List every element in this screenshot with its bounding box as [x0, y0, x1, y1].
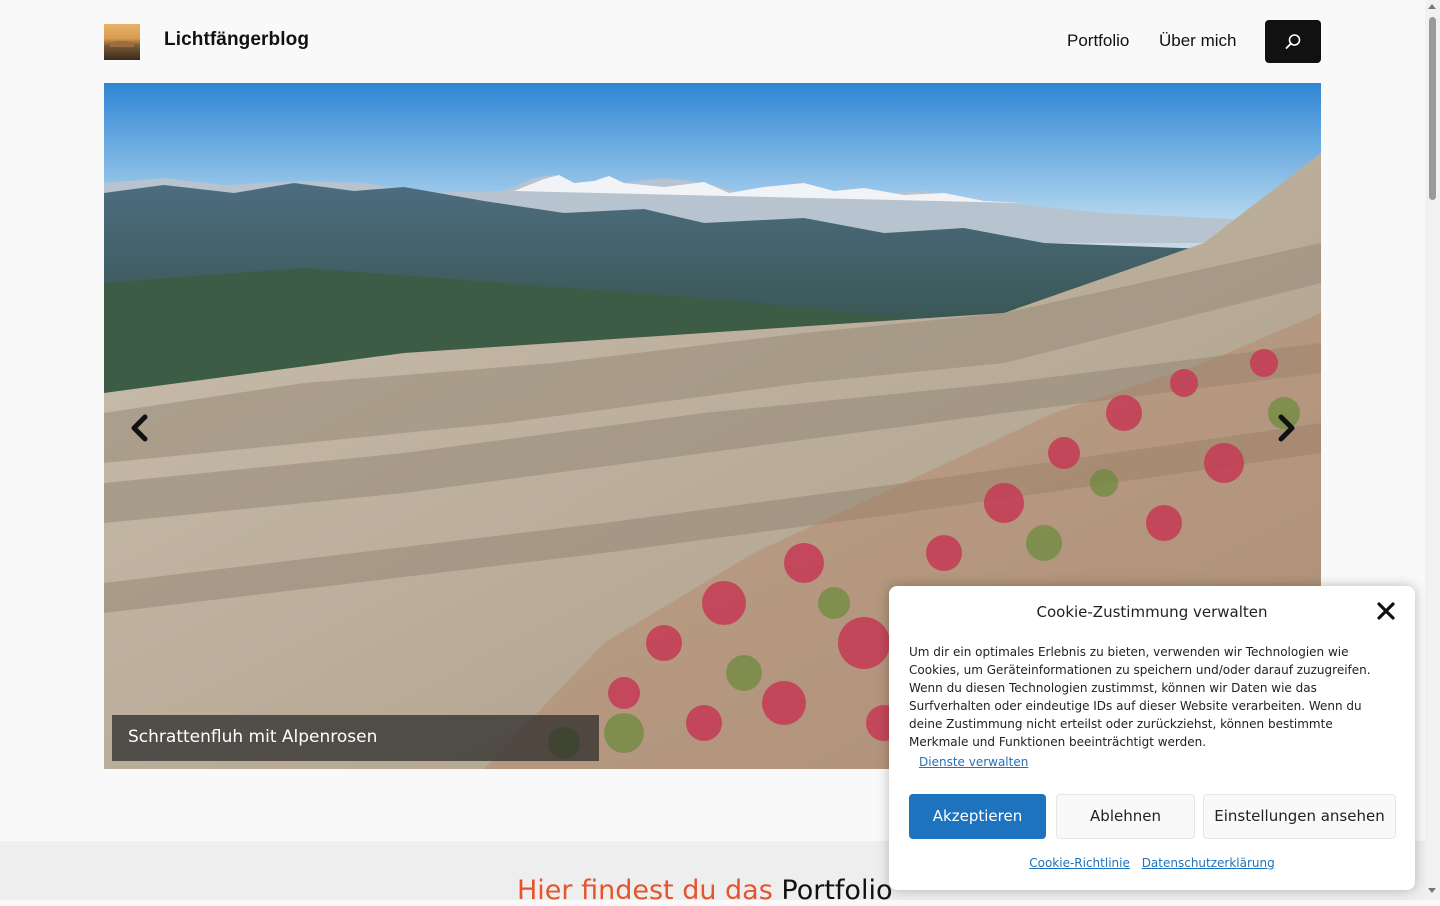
cookie-dialog-links: Cookie-Richtlinie Datenschutzerklärung — [889, 856, 1415, 870]
nav-item-portfolio[interactable]: Portfolio — [1067, 31, 1129, 51]
cookie-dialog-title: Cookie-Zustimmung verwalten — [1036, 603, 1268, 621]
cookie-policy-link[interactable]: Cookie-Richtlinie — [1029, 856, 1130, 870]
cookie-dialog-text: Um dir ein optimales Erlebnis zu bieten,… — [909, 645, 1371, 749]
privacy-policy-link[interactable]: Datenschutzerklärung — [1142, 856, 1275, 870]
site-title[interactable]: Lichtfängerblog — [164, 29, 309, 51]
slide-caption: Schrattenfluh mit Alpenrosen — [112, 715, 599, 761]
search-button[interactable] — [1265, 20, 1321, 63]
scroll-up-icon[interactable] — [1428, 4, 1436, 9]
cookie-consent-dialog: Cookie-Zustimmung verwalten Um dir ein o… — [889, 586, 1415, 890]
scrollbar-thumb[interactable] — [1429, 17, 1436, 200]
portfolio-heading-highlight: Hier findest du das — [517, 875, 773, 906]
portfolio-heading: Hier findest du das Portfolio — [517, 875, 892, 906]
view-settings-button[interactable]: Einstellungen ansehen — [1203, 794, 1396, 839]
nav-item-about[interactable]: Über mich — [1159, 31, 1236, 51]
chevron-right-icon[interactable] — [1270, 413, 1300, 443]
scroll-down-icon[interactable] — [1428, 888, 1436, 893]
search-icon — [1285, 34, 1301, 49]
manage-services-link[interactable]: Dienste verwalten — [919, 755, 1028, 769]
site-logo[interactable] — [104, 24, 140, 60]
chevron-left-icon[interactable] — [126, 413, 156, 443]
portfolio-heading-rest: Portfolio — [781, 875, 893, 906]
deny-button[interactable]: Ablehnen — [1056, 794, 1195, 839]
accept-button[interactable]: Akzeptieren — [909, 794, 1046, 839]
page-scrollbar[interactable] — [1425, 0, 1440, 900]
site-header: Lichtfängerblog Portfolio Über mich — [0, 0, 1425, 83]
slide-caption-text: Schrattenfluh mit Alpenrosen — [128, 727, 378, 747]
close-icon[interactable] — [1376, 601, 1396, 621]
